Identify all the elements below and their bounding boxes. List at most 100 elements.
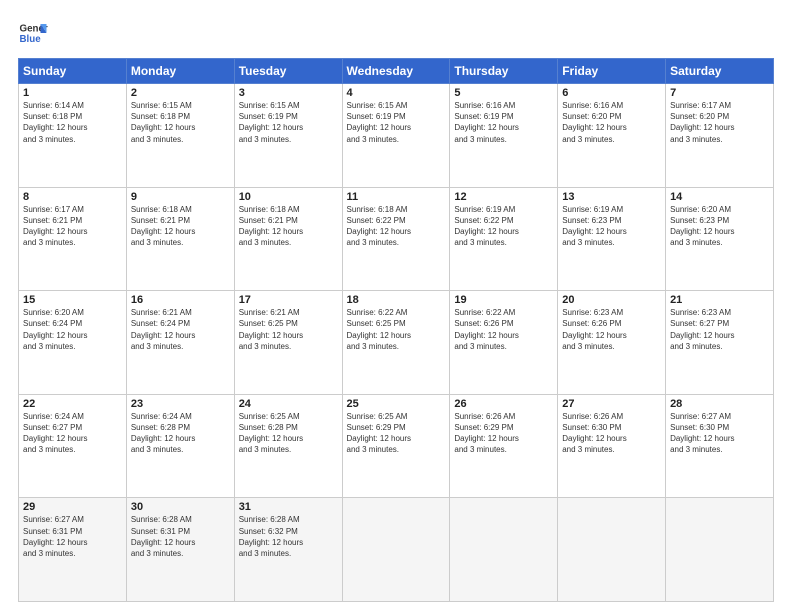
- day-info: Sunrise: 6:23 AMSunset: 6:27 PMDaylight:…: [670, 308, 734, 351]
- day-number: 4: [347, 87, 446, 99]
- day-cell: 11 Sunrise: 6:18 AMSunset: 6:22 PMDaylig…: [342, 187, 450, 291]
- col-header-saturday: Saturday: [666, 59, 774, 84]
- day-info: Sunrise: 6:15 AMSunset: 6:19 PMDaylight:…: [239, 101, 303, 144]
- col-header-sunday: Sunday: [19, 59, 127, 84]
- day-cell: 1 Sunrise: 6:14 AMSunset: 6:18 PMDayligh…: [19, 84, 127, 188]
- day-info: Sunrise: 6:16 AMSunset: 6:19 PMDaylight:…: [454, 101, 518, 144]
- day-cell: 21 Sunrise: 6:23 AMSunset: 6:27 PMDaylig…: [666, 291, 774, 395]
- day-cell: 31 Sunrise: 6:28 AMSunset: 6:32 PMDaylig…: [234, 498, 342, 602]
- day-cell: 17 Sunrise: 6:21 AMSunset: 6:25 PMDaylig…: [234, 291, 342, 395]
- day-number: 5: [454, 87, 553, 99]
- day-cell: 10 Sunrise: 6:18 AMSunset: 6:21 PMDaylig…: [234, 187, 342, 291]
- day-info: Sunrise: 6:20 AMSunset: 6:23 PMDaylight:…: [670, 205, 734, 248]
- day-info: Sunrise: 6:24 AMSunset: 6:27 PMDaylight:…: [23, 412, 87, 455]
- header: General Blue: [18, 18, 774, 48]
- day-info: Sunrise: 6:17 AMSunset: 6:20 PMDaylight:…: [670, 101, 734, 144]
- page: General Blue SundayMondayTuesdayWednesda…: [0, 0, 792, 612]
- day-cell: [450, 498, 558, 602]
- day-cell: 20 Sunrise: 6:23 AMSunset: 6:26 PMDaylig…: [558, 291, 666, 395]
- day-number: 21: [670, 294, 769, 306]
- svg-text:Blue: Blue: [20, 34, 42, 45]
- day-info: Sunrise: 6:25 AMSunset: 6:29 PMDaylight:…: [347, 412, 411, 455]
- day-info: Sunrise: 6:15 AMSunset: 6:18 PMDaylight:…: [131, 101, 195, 144]
- day-cell: 3 Sunrise: 6:15 AMSunset: 6:19 PMDayligh…: [234, 84, 342, 188]
- week-row-1: 1 Sunrise: 6:14 AMSunset: 6:18 PMDayligh…: [19, 84, 774, 188]
- day-number: 14: [670, 191, 769, 203]
- generalblue-logo-icon: General Blue: [18, 18, 48, 48]
- day-number: 13: [562, 191, 661, 203]
- day-cell: 19 Sunrise: 6:22 AMSunset: 6:26 PMDaylig…: [450, 291, 558, 395]
- day-number: 17: [239, 294, 338, 306]
- day-info: Sunrise: 6:18 AMSunset: 6:21 PMDaylight:…: [131, 205, 195, 248]
- day-info: Sunrise: 6:20 AMSunset: 6:24 PMDaylight:…: [23, 308, 87, 351]
- day-info: Sunrise: 6:22 AMSunset: 6:25 PMDaylight:…: [347, 308, 411, 351]
- day-number: 31: [239, 501, 338, 513]
- day-number: 6: [562, 87, 661, 99]
- day-info: Sunrise: 6:18 AMSunset: 6:22 PMDaylight:…: [347, 205, 411, 248]
- day-cell: 22 Sunrise: 6:24 AMSunset: 6:27 PMDaylig…: [19, 394, 127, 498]
- day-cell: 26 Sunrise: 6:26 AMSunset: 6:29 PMDaylig…: [450, 394, 558, 498]
- day-cell: 13 Sunrise: 6:19 AMSunset: 6:23 PMDaylig…: [558, 187, 666, 291]
- day-cell: 30 Sunrise: 6:28 AMSunset: 6:31 PMDaylig…: [126, 498, 234, 602]
- day-number: 24: [239, 398, 338, 410]
- day-number: 3: [239, 87, 338, 99]
- day-cell: 28 Sunrise: 6:27 AMSunset: 6:30 PMDaylig…: [666, 394, 774, 498]
- day-cell: 18 Sunrise: 6:22 AMSunset: 6:25 PMDaylig…: [342, 291, 450, 395]
- day-info: Sunrise: 6:27 AMSunset: 6:31 PMDaylight:…: [23, 515, 87, 558]
- day-cell: 15 Sunrise: 6:20 AMSunset: 6:24 PMDaylig…: [19, 291, 127, 395]
- day-cell: 29 Sunrise: 6:27 AMSunset: 6:31 PMDaylig…: [19, 498, 127, 602]
- day-cell: 7 Sunrise: 6:17 AMSunset: 6:20 PMDayligh…: [666, 84, 774, 188]
- day-cell: 6 Sunrise: 6:16 AMSunset: 6:20 PMDayligh…: [558, 84, 666, 188]
- week-row-2: 8 Sunrise: 6:17 AMSunset: 6:21 PMDayligh…: [19, 187, 774, 291]
- calendar-table: SundayMondayTuesdayWednesdayThursdayFrid…: [18, 58, 774, 602]
- week-row-3: 15 Sunrise: 6:20 AMSunset: 6:24 PMDaylig…: [19, 291, 774, 395]
- day-number: 9: [131, 191, 230, 203]
- day-number: 28: [670, 398, 769, 410]
- day-number: 18: [347, 294, 446, 306]
- day-cell: [558, 498, 666, 602]
- week-row-4: 22 Sunrise: 6:24 AMSunset: 6:27 PMDaylig…: [19, 394, 774, 498]
- day-cell: 16 Sunrise: 6:21 AMSunset: 6:24 PMDaylig…: [126, 291, 234, 395]
- day-number: 12: [454, 191, 553, 203]
- day-cell: 24 Sunrise: 6:25 AMSunset: 6:28 PMDaylig…: [234, 394, 342, 498]
- day-info: Sunrise: 6:26 AMSunset: 6:30 PMDaylight:…: [562, 412, 626, 455]
- col-header-tuesday: Tuesday: [234, 59, 342, 84]
- day-number: 15: [23, 294, 122, 306]
- day-info: Sunrise: 6:19 AMSunset: 6:23 PMDaylight:…: [562, 205, 626, 248]
- day-info: Sunrise: 6:17 AMSunset: 6:21 PMDaylight:…: [23, 205, 87, 248]
- day-cell: 4 Sunrise: 6:15 AMSunset: 6:19 PMDayligh…: [342, 84, 450, 188]
- day-info: Sunrise: 6:28 AMSunset: 6:32 PMDaylight:…: [239, 515, 303, 558]
- day-cell: 2 Sunrise: 6:15 AMSunset: 6:18 PMDayligh…: [126, 84, 234, 188]
- day-number: 2: [131, 87, 230, 99]
- day-cell: 12 Sunrise: 6:19 AMSunset: 6:22 PMDaylig…: [450, 187, 558, 291]
- day-info: Sunrise: 6:22 AMSunset: 6:26 PMDaylight:…: [454, 308, 518, 351]
- day-number: 10: [239, 191, 338, 203]
- day-cell: 9 Sunrise: 6:18 AMSunset: 6:21 PMDayligh…: [126, 187, 234, 291]
- day-info: Sunrise: 6:15 AMSunset: 6:19 PMDaylight:…: [347, 101, 411, 144]
- day-number: 25: [347, 398, 446, 410]
- day-info: Sunrise: 6:16 AMSunset: 6:20 PMDaylight:…: [562, 101, 626, 144]
- day-number: 26: [454, 398, 553, 410]
- day-cell: 25 Sunrise: 6:25 AMSunset: 6:29 PMDaylig…: [342, 394, 450, 498]
- day-info: Sunrise: 6:23 AMSunset: 6:26 PMDaylight:…: [562, 308, 626, 351]
- day-info: Sunrise: 6:21 AMSunset: 6:25 PMDaylight:…: [239, 308, 303, 351]
- col-header-thursday: Thursday: [450, 59, 558, 84]
- day-number: 27: [562, 398, 661, 410]
- col-header-monday: Monday: [126, 59, 234, 84]
- day-cell: [666, 498, 774, 602]
- day-info: Sunrise: 6:26 AMSunset: 6:29 PMDaylight:…: [454, 412, 518, 455]
- logo: General Blue: [18, 18, 48, 48]
- day-info: Sunrise: 6:24 AMSunset: 6:28 PMDaylight:…: [131, 412, 195, 455]
- day-number: 30: [131, 501, 230, 513]
- day-info: Sunrise: 6:19 AMSunset: 6:22 PMDaylight:…: [454, 205, 518, 248]
- day-info: Sunrise: 6:28 AMSunset: 6:31 PMDaylight:…: [131, 515, 195, 558]
- week-row-5: 29 Sunrise: 6:27 AMSunset: 6:31 PMDaylig…: [19, 498, 774, 602]
- day-number: 1: [23, 87, 122, 99]
- day-number: 11: [347, 191, 446, 203]
- day-number: 19: [454, 294, 553, 306]
- day-number: 8: [23, 191, 122, 203]
- day-cell: 14 Sunrise: 6:20 AMSunset: 6:23 PMDaylig…: [666, 187, 774, 291]
- day-number: 20: [562, 294, 661, 306]
- day-number: 22: [23, 398, 122, 410]
- day-info: Sunrise: 6:18 AMSunset: 6:21 PMDaylight:…: [239, 205, 303, 248]
